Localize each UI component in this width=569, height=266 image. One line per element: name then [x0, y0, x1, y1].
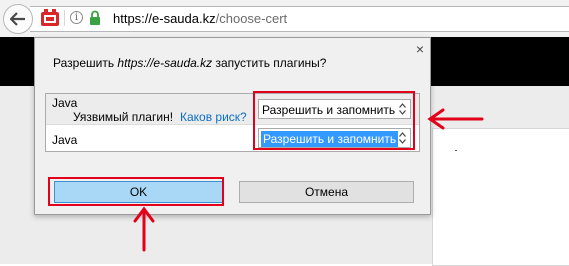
lock-icon[interactable] — [89, 10, 101, 25]
page-content-card — [432, 128, 569, 266]
url-text[interactable]: https://e-sauda.kz/choose-cert — [113, 11, 287, 26]
plugin-name: Java — [52, 133, 78, 147]
url-path: /choose-cert — [215, 11, 288, 26]
dialog-title-prefix: Разрешить — [53, 56, 118, 70]
dialog-title-site: https://e-sauda.kz — [117, 56, 213, 70]
dialog-title-suffix: запустить плагины? — [212, 56, 327, 70]
risk-info-link[interactable]: Каков риск? — [180, 110, 247, 124]
urlbar-separator — [64, 10, 65, 26]
plugin-name: Java — [52, 96, 78, 110]
back-arrow-icon — [10, 12, 25, 26]
annotation-box-select — [253, 91, 415, 150]
url-host: https://e-sauda.kz — [113, 11, 216, 26]
dialog-title: Разрешить https://e-sauda.kz запустить п… — [53, 56, 326, 70]
cancel-button[interactable]: Отмена — [239, 181, 414, 203]
close-icon[interactable]: × — [414, 42, 426, 56]
back-button[interactable] — [3, 4, 33, 34]
vulnerable-plugin-warning: Уязвимый плагин! — [73, 110, 174, 124]
url-bar[interactable] — [30, 6, 569, 32]
info-icon[interactable]: i — [70, 11, 83, 24]
annotation-box-ok — [48, 177, 224, 206]
page-dot — [455, 150, 457, 151]
plugin-icon[interactable] — [40, 9, 60, 27]
browser-navbar: i https://e-sauda.kz/choose-cert — [0, 0, 569, 38]
